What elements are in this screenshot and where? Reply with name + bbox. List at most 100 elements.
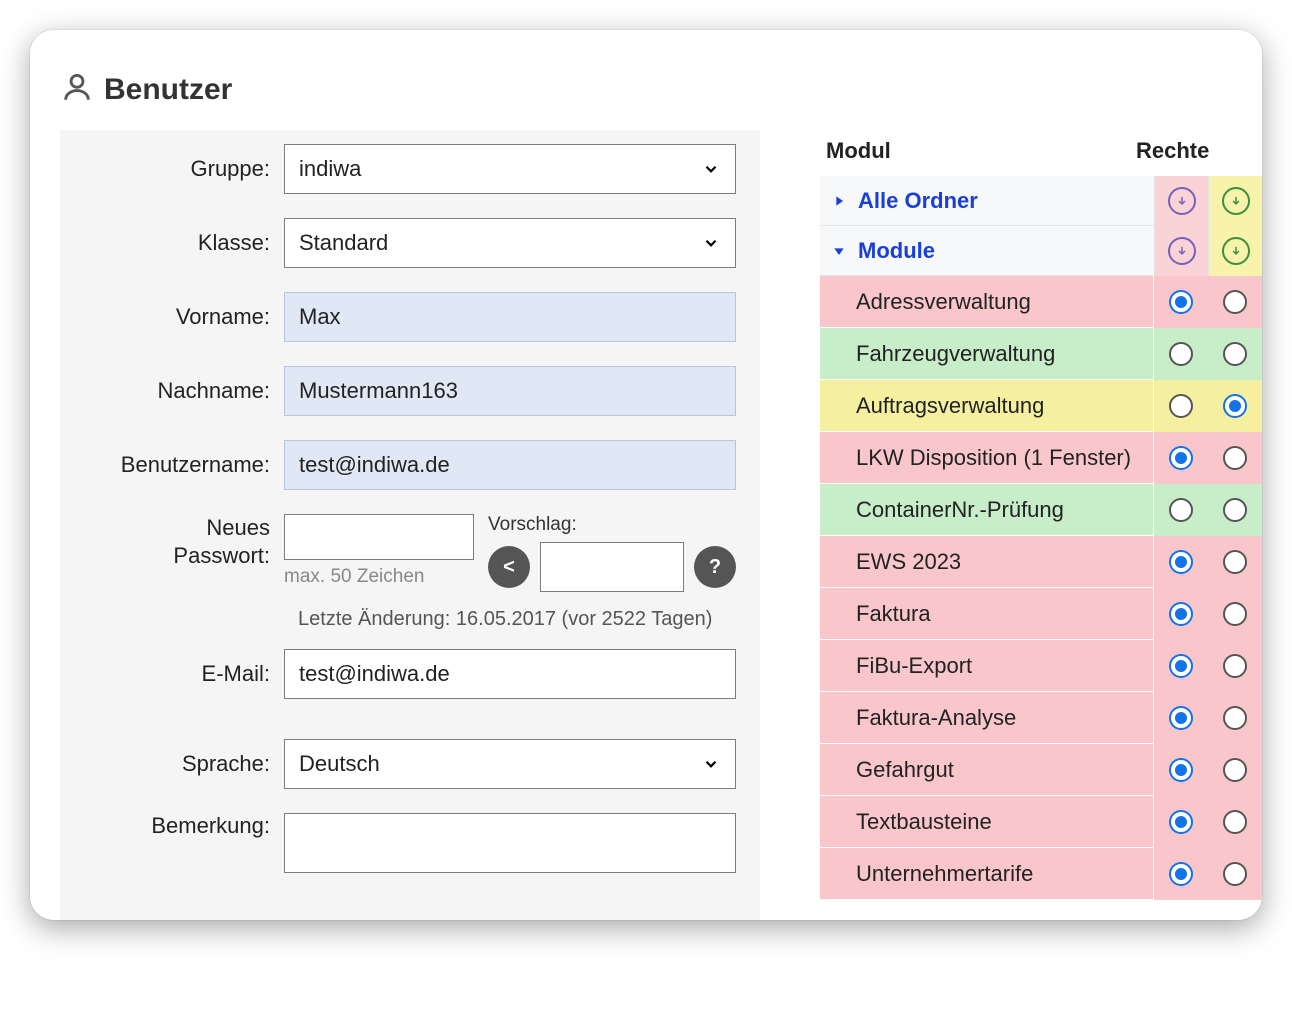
label-gruppe: Gruppe: (74, 156, 284, 182)
help-button[interactable]: ? (694, 546, 736, 588)
label-klasse: Klasse: (74, 230, 284, 256)
download-circle-icon (1168, 187, 1196, 215)
radio-cell-2[interactable] (1208, 536, 1262, 588)
input-bemerkung[interactable] (284, 813, 736, 873)
select-klasse[interactable]: Standard (284, 218, 736, 268)
chevron-down-icon (701, 159, 721, 179)
radio-cell-1[interactable] (1154, 796, 1208, 848)
radio-cell-2[interactable] (1208, 796, 1262, 848)
label-nachname: Nachname: (74, 378, 284, 404)
radio-icon (1169, 602, 1193, 626)
apply-all-button[interactable] (1208, 226, 1262, 276)
select-gruppe[interactable]: indiwa (284, 144, 736, 194)
radio-cell-1[interactable] (1154, 276, 1208, 328)
label-benutzername: Benutzername: (74, 452, 284, 478)
radio-icon (1169, 758, 1193, 782)
apply-all-button[interactable] (1208, 176, 1262, 226)
radio-icon (1223, 498, 1247, 522)
tree-label: Module (858, 238, 1154, 264)
module-row: Faktura (820, 588, 1262, 640)
chevron-down-icon (701, 233, 721, 253)
module-label: Faktura-Analyse (820, 692, 1154, 743)
radio-icon (1169, 342, 1193, 366)
module-label: Faktura (820, 588, 1154, 639)
radio-cell-2[interactable] (1208, 848, 1262, 900)
letzte-aenderung-text: Letzte Änderung: 16.05.2017 (vor 2522 Ta… (74, 602, 774, 649)
label-sprache: Sprache: (74, 751, 284, 777)
module-label: EWS 2023 (820, 536, 1154, 587)
input-neues-pw[interactable] (284, 514, 474, 560)
label-bemerkung: Bemerkung: (74, 813, 284, 839)
header-rechte: Rechte (1136, 138, 1256, 164)
module-row: Adressverwaltung (820, 276, 1262, 328)
apply-all-button[interactable] (1154, 176, 1208, 226)
download-circle-icon (1222, 237, 1250, 265)
radio-cell-1[interactable] (1154, 588, 1208, 640)
radio-icon (1169, 498, 1193, 522)
radio-icon (1223, 342, 1247, 366)
radio-icon (1169, 654, 1193, 678)
radio-icon (1223, 550, 1247, 574)
module-label: LKW Disposition (1 Fenster) (820, 432, 1154, 483)
user-card: Benutzer Gruppe: indiwa Klasse: (30, 30, 1262, 920)
input-benutzername[interactable]: test@indiwa.de (284, 440, 736, 490)
radio-icon (1169, 550, 1193, 574)
label-vorname: Vorname: (74, 304, 284, 330)
copy-suggestion-button[interactable]: < (488, 546, 530, 588)
module-row: EWS 2023 (820, 536, 1262, 588)
radio-cell-2[interactable] (1208, 328, 1262, 380)
pw-hint: max. 50 Zeichen (284, 566, 474, 588)
radio-cell-2[interactable] (1208, 692, 1262, 744)
radio-cell-1[interactable] (1154, 328, 1208, 380)
tree-row[interactable]: Alle Ordner (820, 176, 1262, 226)
tree-row[interactable]: Module (820, 226, 1262, 276)
radio-cell-2[interactable] (1208, 640, 1262, 692)
module-label: Fahrzeugverwaltung (820, 328, 1154, 379)
radio-cell-1[interactable] (1154, 432, 1208, 484)
radio-cell-2[interactable] (1208, 380, 1262, 432)
select-sprache[interactable]: Deutsch (284, 739, 736, 789)
radio-cell-1[interactable] (1154, 484, 1208, 536)
input-vorname[interactable]: Max (284, 292, 736, 342)
radio-icon (1169, 290, 1193, 314)
select-klasse-value: Standard (299, 230, 388, 256)
rights-panel: Modul Rechte Alle Ordner Module Adressve (820, 130, 1262, 920)
radio-cell-1[interactable] (1154, 380, 1208, 432)
label-email: E-Mail: (74, 661, 284, 687)
radio-cell-2[interactable] (1208, 484, 1262, 536)
module-label: Gefahrgut (820, 744, 1154, 795)
radio-icon (1223, 394, 1247, 418)
tree-toggle-icon (828, 240, 850, 262)
radio-icon (1169, 862, 1193, 886)
select-gruppe-value: indiwa (299, 156, 361, 182)
module-row: Unternehmertarife (820, 848, 1262, 900)
header-modul: Modul (826, 138, 1136, 164)
radio-icon (1223, 654, 1247, 678)
user-icon (60, 70, 94, 110)
module-row: FiBu-Export (820, 640, 1262, 692)
radio-cell-2[interactable] (1208, 744, 1262, 796)
download-circle-icon (1168, 237, 1196, 265)
radio-icon (1223, 602, 1247, 626)
radio-cell-1[interactable] (1154, 536, 1208, 588)
radio-cell-2[interactable] (1208, 432, 1262, 484)
module-row: Auftragsverwaltung (820, 380, 1262, 432)
radio-cell-1[interactable] (1154, 848, 1208, 900)
input-vorschlag[interactable] (540, 542, 684, 592)
module-row: Textbausteine (820, 796, 1262, 848)
input-email[interactable]: test@indiwa.de (284, 649, 736, 699)
rights-header: Modul Rechte (820, 130, 1262, 176)
user-form: Gruppe: indiwa Klasse: Standard (60, 130, 760, 920)
input-nachname[interactable]: Mustermann163 (284, 366, 736, 416)
radio-icon (1169, 810, 1193, 834)
apply-all-button[interactable] (1154, 226, 1208, 276)
module-row: Gefahrgut (820, 744, 1262, 796)
radio-icon (1223, 862, 1247, 886)
radio-cell-1[interactable] (1154, 744, 1208, 796)
radio-cell-1[interactable] (1154, 640, 1208, 692)
chevron-down-icon (701, 754, 721, 774)
radio-cell-1[interactable] (1154, 692, 1208, 744)
radio-cell-2[interactable] (1208, 276, 1262, 328)
module-label: Textbausteine (820, 796, 1154, 847)
radio-cell-2[interactable] (1208, 588, 1262, 640)
